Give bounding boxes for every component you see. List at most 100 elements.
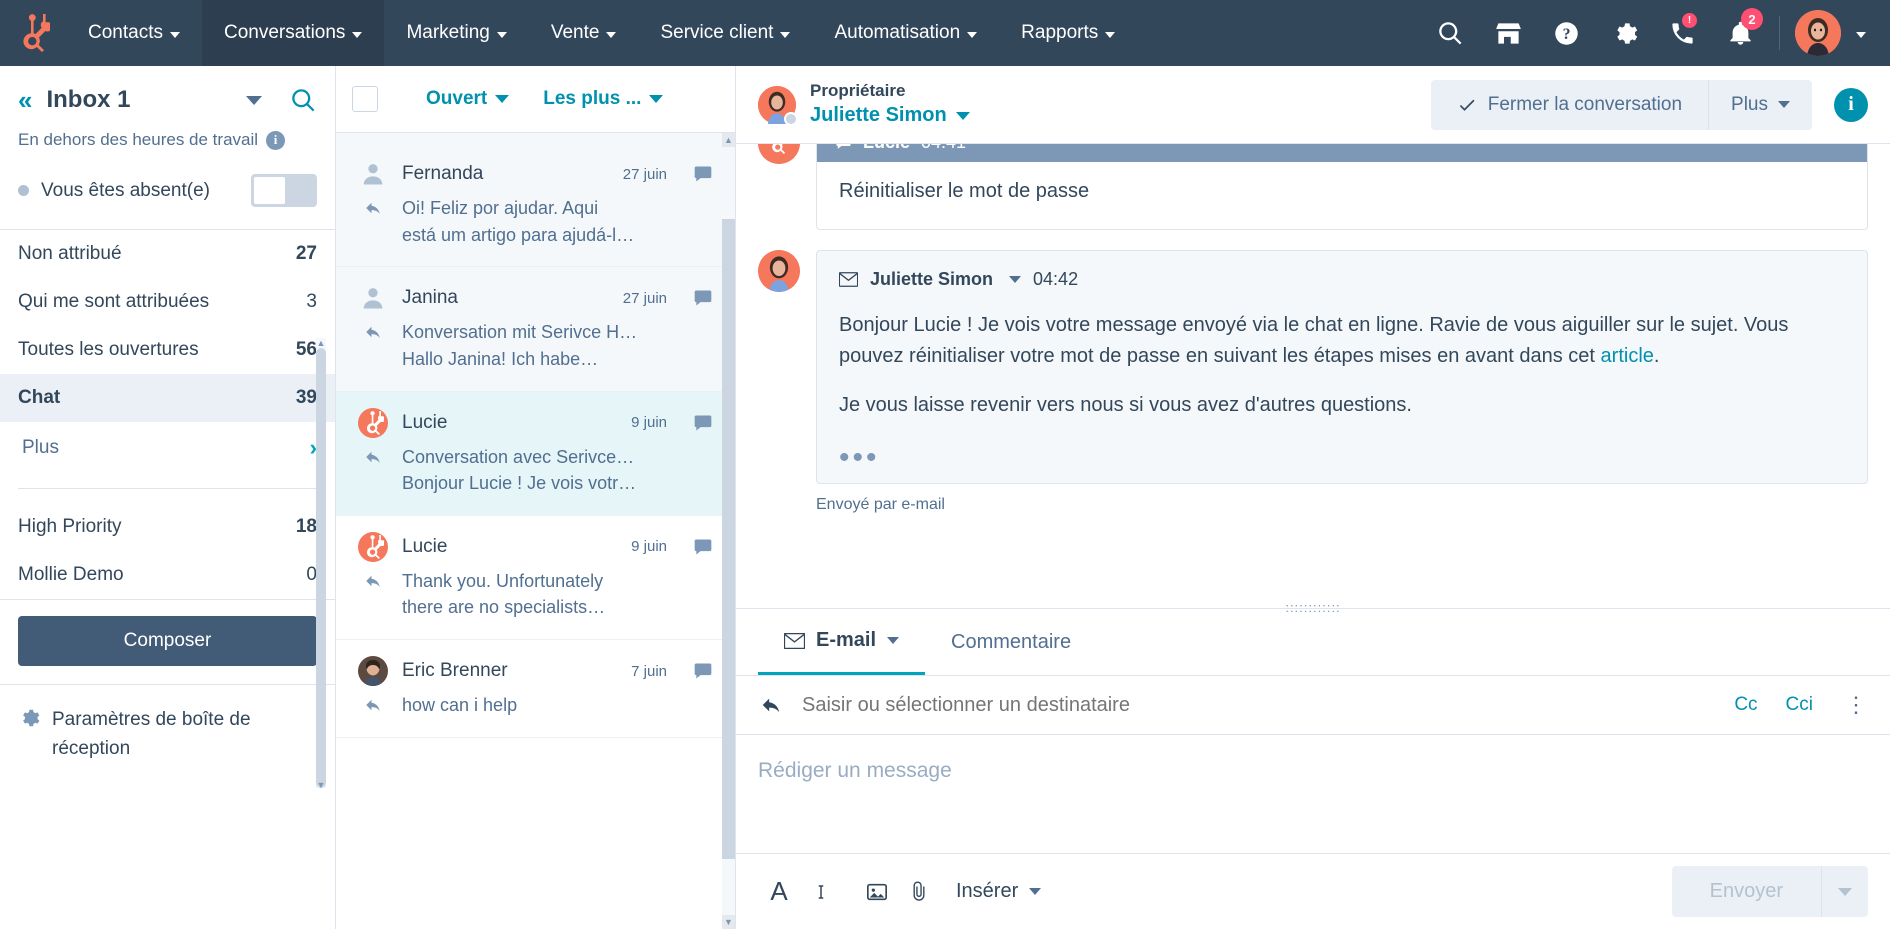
- owner-name-dropdown[interactable]: Juliette Simon: [810, 102, 970, 129]
- help-icon[interactable]: ?: [1537, 0, 1595, 66]
- account-menu-chevron[interactable]: [1846, 0, 1876, 66]
- sidebar-scroll-up-arrow-icon[interactable]: ▲: [316, 338, 326, 348]
- send-options-button[interactable]: [1821, 866, 1868, 917]
- expand-truncated-message-button[interactable]: •••: [817, 449, 1867, 483]
- conversation-row-header: Fernanda 27 juin: [358, 159, 713, 189]
- nav-divider: [1779, 16, 1780, 50]
- owner-name-label: Juliette Simon: [810, 102, 947, 129]
- message-header: Juliette Simon 04:42: [817, 251, 1867, 290]
- sender-avatar-image: [758, 250, 800, 292]
- conversation-list-scrollbar-thumb[interactable]: [722, 219, 735, 859]
- conversation-scroll-up-arrow-icon[interactable]: ▲: [722, 133, 735, 147]
- working-hours-label: En dehors des heures de travail: [18, 130, 258, 150]
- account-avatar-button[interactable]: [1790, 0, 1846, 66]
- message-body-input[interactable]: Rédiger un message: [736, 735, 1890, 853]
- sidebar-scrollbar-thumb[interactable]: [316, 348, 326, 788]
- nav-item-vente[interactable]: Vente: [529, 0, 639, 66]
- chevron-down-icon: [956, 112, 970, 120]
- close-conversation-button[interactable]: Fermer la conversation: [1431, 80, 1709, 130]
- kebab-menu-icon[interactable]: ⋮: [1845, 692, 1868, 718]
- conversation-contact-name: Lucie: [402, 412, 447, 434]
- sidebar-item-chat[interactable]: Chat 39: [0, 374, 335, 422]
- more-actions-button[interactable]: Plus: [1709, 80, 1812, 130]
- article-link[interactable]: article: [1601, 345, 1654, 367]
- conversation-row-body: how can i help: [358, 692, 713, 719]
- phone-icon[interactable]: !: [1653, 0, 1711, 66]
- settings-gear-icon[interactable]: [1595, 0, 1653, 66]
- insert-image-icon[interactable]: [856, 871, 898, 913]
- list-item[interactable]: Lucie 9 juin Thank you. Unfortunately th…: [336, 516, 735, 640]
- cc-button[interactable]: Cc: [1734, 694, 1757, 716]
- nav-item-conversations[interactable]: Conversations: [202, 0, 384, 66]
- nav-item-label: Automatisation: [834, 22, 960, 44]
- insert-dropdown-button[interactable]: Insérer: [956, 880, 1041, 903]
- nav-item-contacts[interactable]: Contacts: [66, 0, 202, 66]
- conversation-date: 9 juin: [631, 538, 667, 555]
- list-item[interactable]: Janina 27 juin Konversation mit Serivce …: [336, 267, 735, 391]
- conversation-scroll-down-arrow-icon[interactable]: ▼: [722, 915, 735, 929]
- conversation-details-info-icon[interactable]: i: [1834, 88, 1868, 122]
- compose-button[interactable]: Composer: [18, 616, 317, 666]
- conversation-preview: how can i help: [402, 692, 713, 719]
- sidebar-item-all-open[interactable]: Toutes les ouvertures 56: [0, 326, 335, 374]
- select-all-checkbox[interactable]: [352, 86, 378, 112]
- editor-resize-grip-icon[interactable]: ::::::::::::: [1285, 601, 1340, 614]
- chat-bubble-icon: [835, 144, 852, 151]
- reply-arrow-icon[interactable]: [758, 694, 784, 716]
- nav-item-rapports[interactable]: Rapports: [999, 0, 1137, 66]
- conversation-contact-name: Fernanda: [402, 163, 483, 185]
- font-format-icon[interactable]: A: [758, 871, 800, 913]
- sidebar-item-label: Qui me sont attribuées: [18, 291, 209, 313]
- tab-email[interactable]: E-mail: [758, 609, 925, 675]
- list-item[interactable]: Lucie 9 juin Conversation avec Serivce… …: [336, 392, 735, 516]
- editor-tabs: E-mail Commentaire: [736, 609, 1890, 676]
- message-sent-via-label: Envoyé par e-mail: [816, 496, 1868, 514]
- away-toggle[interactable]: [251, 174, 317, 207]
- list-item[interactable]: Fernanda 27 juin Oi! Feliz por ajudar. A…: [336, 133, 735, 267]
- conversation-preview: Thank you. Unfortunately there are no sp…: [402, 568, 713, 621]
- chat-icon: [693, 413, 713, 433]
- message-thread[interactable]: Lucie 04:41 Réinitialiser le mot de pass…: [736, 144, 1890, 608]
- notifications-bell-icon[interactable]: 2: [1711, 0, 1769, 66]
- attachment-clip-icon[interactable]: [898, 871, 940, 913]
- sidebar-item-unassigned[interactable]: Non attribué 27: [0, 230, 335, 278]
- close-conversation-label: Fermer la conversation: [1488, 94, 1682, 116]
- sidebar-search-icon[interactable]: [290, 87, 317, 114]
- bcc-button[interactable]: Cci: [1786, 694, 1813, 716]
- info-icon[interactable]: i: [266, 131, 285, 150]
- reply-arrow-icon: [358, 692, 388, 719]
- sidebar-item-more[interactable]: Plus ›: [0, 422, 335, 474]
- reply-editor: E-mail Commentaire Cc Cci ⋮ R: [736, 608, 1890, 929]
- toggle-knob: [253, 176, 286, 205]
- nav-item-label: Marketing: [406, 22, 489, 44]
- working-hours-status: En dehors des heures de travail i: [0, 118, 335, 150]
- sidebar-item-assigned-to-me[interactable]: Qui me sont attribuées 3: [0, 278, 335, 326]
- sidebar-scroll-down-arrow-icon[interactable]: ▼: [316, 780, 326, 790]
- message-options-chevron-down-icon[interactable]: [1009, 276, 1021, 283]
- list-item[interactable]: Eric Brenner 7 juin how can i help: [336, 640, 735, 738]
- inbox-selector-chevron-down-icon[interactable]: [246, 96, 262, 105]
- nav-item-service-client[interactable]: Service client: [638, 0, 812, 66]
- recipient-input[interactable]: [802, 694, 1706, 717]
- search-icon[interactable]: [1421, 0, 1479, 66]
- filter-status-dropdown[interactable]: Ouvert: [426, 88, 509, 110]
- marketplace-icon[interactable]: [1479, 0, 1537, 66]
- filter-sort-dropdown[interactable]: Les plus ...: [543, 88, 663, 110]
- collapse-sidebar-icon[interactable]: «: [18, 87, 32, 113]
- inbox-views-list: Non attribué 27 Qui me sont attribuées 3…: [0, 230, 335, 599]
- send-button[interactable]: Envoyer: [1672, 866, 1821, 917]
- tab-comment[interactable]: Commentaire: [925, 609, 1097, 675]
- nav-item-automatisation[interactable]: Automatisation: [812, 0, 999, 66]
- sidebar-item-high-priority[interactable]: High Priority 18: [0, 503, 335, 551]
- conversation-list-scroll[interactable]: Fernanda 27 juin Oi! Feliz por ajudar. A…: [336, 133, 735, 929]
- sidebar-item-mollie-demo[interactable]: Mollie Demo 0: [0, 551, 335, 599]
- message-chat: Lucie 04:41 Réinitialiser le mot de pass…: [758, 144, 1868, 230]
- sidebar-item-count: 56: [296, 339, 317, 361]
- sidebar-item-inbox-settings[interactable]: Paramètres de boîte de réception: [0, 685, 335, 784]
- conversation-contact-name: Eric Brenner: [402, 660, 508, 682]
- hubspot-logo-button[interactable]: [0, 0, 66, 66]
- nav-item-marketing[interactable]: Marketing: [384, 0, 528, 66]
- thread-header: Propriétaire Juliette Simon Fermer la co…: [736, 66, 1890, 144]
- conversation-row-body: Oi! Feliz por ajudar. Aqui está um artig…: [358, 195, 713, 248]
- code-snippet-icon[interactable]: [800, 871, 842, 913]
